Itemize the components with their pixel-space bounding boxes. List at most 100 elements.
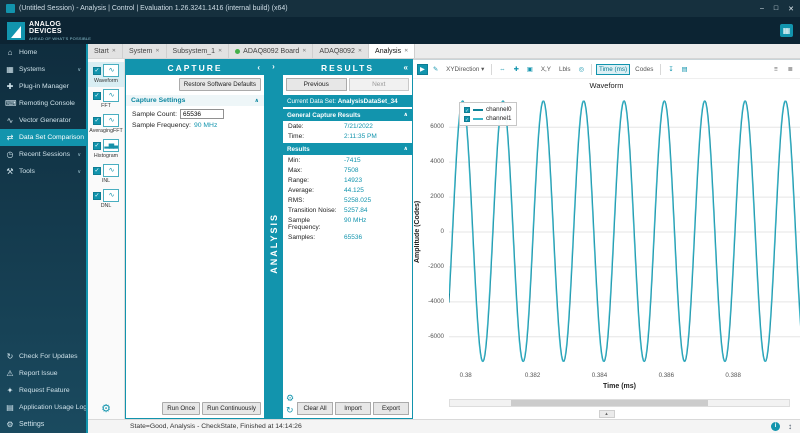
waveform-plot[interactable] [449, 94, 800, 370]
analysis-tool-strip: ✓∿Waveform✓∿FFT✓∿AveragingFFT✓▂▅▃Histogr… [88, 59, 125, 419]
close-tab-icon[interactable]: ✕ [112, 48, 116, 54]
sidebar-item-tools[interactable]: ⚒Tools∨ [0, 163, 86, 180]
close-tab-icon[interactable]: ✕ [302, 48, 306, 54]
sidebar-item-home[interactable]: ⌂Home [0, 44, 86, 61]
y-tick-label: 6000 [430, 123, 444, 130]
stat-min: Min:-7415 [283, 155, 412, 165]
remoting-console-icon: ⌨ [5, 99, 15, 108]
dnl-icon: ∿ [103, 189, 119, 202]
close-tab-icon[interactable]: ✕ [155, 48, 159, 54]
tab-system[interactable]: System✕ [123, 44, 167, 58]
quick-access-icon[interactable]: ▦ [780, 24, 793, 37]
sidebar-item-plug-in-manager[interactable]: ✚Plug-in Manager [0, 78, 86, 95]
checkbox-icon[interactable]: ✓ [93, 192, 101, 200]
next-button[interactable]: Next [349, 78, 410, 91]
tab-adaq8092[interactable]: ADAQ8092✕ [313, 44, 369, 58]
checkbox-icon[interactable]: ✓ [464, 107, 470, 113]
codes-units-button[interactable]: Codes [632, 64, 656, 75]
status-text: State=Good, Analysis - CheckState, Finis… [130, 423, 302, 430]
refresh-icon[interactable]: ↻ [286, 406, 294, 415]
tab-analysis[interactable]: Analysis✕ [369, 44, 415, 58]
pan-all-icon[interactable]: ✚ [511, 64, 522, 75]
window-title: (Untitled Session) - Analysis | Control … [19, 5, 288, 12]
collapse-results-icon[interactable]: « [404, 63, 408, 72]
x-tick-labels: 0.380.3820.3840.3860.388 [449, 372, 790, 381]
brush-tool-icon[interactable]: ✎ [430, 64, 441, 75]
tool-averagingfft[interactable]: ✓∿AveragingFFT [88, 112, 124, 137]
sidebar-item-vector-generator[interactable]: ∿Vector Generator [0, 112, 86, 129]
close-tab-icon[interactable]: ✕ [404, 48, 408, 54]
checkbox-icon[interactable]: ✓ [464, 116, 470, 122]
run-continuously-button[interactable]: Run Continuously [202, 402, 261, 415]
checkbox-icon[interactable]: ✓ [93, 67, 101, 75]
maximize-button[interactable]: □ [774, 5, 778, 13]
tool-waveform[interactable]: ✓∿Waveform [88, 62, 124, 87]
scrollbar-thumb[interactable] [511, 400, 708, 406]
checkbox-icon[interactable]: ✓ [93, 167, 101, 175]
restore-defaults-button[interactable]: Restore Software Defaults [179, 78, 261, 91]
import-button[interactable]: Import [335, 402, 371, 415]
sample-frequency-value[interactable]: 90 MHz [194, 122, 217, 129]
info-icon[interactable]: i [771, 422, 780, 431]
horizontal-scrollbar[interactable] [449, 399, 790, 407]
chevron-up-icon: ∧ [404, 112, 408, 118]
sidebar-item-data-set-comparison[interactable]: ⇄Data Set Comparison [0, 129, 86, 146]
tab-subsystem-1[interactable]: Subsystem_1✕ [167, 44, 230, 58]
sidebar-item-application-usage-logging[interactable]: ▤Application Usage Logging [0, 399, 86, 416]
previous-button[interactable]: Previous [286, 78, 347, 91]
sidebar-item-request-feature[interactable]: ✦Request Feature [0, 382, 86, 399]
time-units-button[interactable]: Time (ms) [596, 64, 630, 75]
sample-count-input[interactable] [180, 109, 224, 119]
tool-fft[interactable]: ✓∿FFT [88, 87, 124, 112]
pan-horizontal-icon[interactable]: ⇔ [496, 64, 508, 75]
panel-collapse-handle[interactable]: ▴ [599, 410, 615, 418]
copy-data-icon[interactable]: ▤ [679, 64, 691, 75]
analysis-collapsed-strip[interactable]: › ANALYSIS [265, 59, 282, 419]
pointer-tool-icon[interactable]: ▶ [417, 64, 428, 75]
run-once-button[interactable]: Run Once [162, 402, 200, 415]
collapse-capture-icon[interactable]: ‹ [257, 63, 260, 72]
strip-gear-icon[interactable]: ⚙ [101, 402, 111, 416]
sidebar-item-recent-sessions[interactable]: ◷Recent Sessions∨ [0, 146, 86, 163]
zoom-region-icon[interactable]: ◎ [576, 64, 588, 75]
close-tab-icon[interactable]: ✕ [218, 48, 222, 54]
sidebar-item-systems[interactable]: ▦Systems∨ [0, 61, 86, 78]
xy-direction-dropdown[interactable]: XYDirection ▾ [443, 64, 487, 75]
close-tab-icon[interactable]: ✕ [358, 48, 362, 54]
status-dot-icon [235, 49, 240, 54]
general-results-header[interactable]: General Capture Results ∧ [283, 109, 412, 121]
chart-area: ▶✎XYDirection ▾ ⇔✚▣X,YLbls◎ Time (ms)Codes… [413, 59, 800, 419]
legend-item-channel0[interactable]: ✓channel0 [464, 105, 512, 114]
current-data-set-value: AnalysisDataSet_34 [338, 98, 398, 105]
coordinates-button[interactable]: X,Y [538, 64, 554, 75]
chart-list-icon[interactable]: ≣ [785, 64, 796, 75]
chevron-up-icon: ∧ [255, 98, 259, 104]
tool-dnl[interactable]: ✓∿DNL [88, 187, 124, 212]
chart-menu-icon[interactable]: ≡ [771, 64, 781, 75]
tool-histogram[interactable]: ✓▂▅▃Histogram [88, 137, 124, 162]
close-button[interactable]: ✕ [788, 5, 794, 13]
histogram-icon: ▂▅▃ [103, 139, 119, 152]
sidebar-item-check-for-updates[interactable]: ↻Check For Updates [0, 348, 86, 365]
minimize-button[interactable]: – [760, 5, 764, 13]
tab-start[interactable]: Start✕ [88, 44, 123, 58]
legend-item-channel1[interactable]: ✓channel1 [464, 114, 512, 123]
capture-settings-header[interactable]: Capture Settings ∧ [126, 95, 264, 106]
checkbox-icon[interactable]: ✓ [93, 117, 101, 125]
checkbox-icon[interactable]: ✓ [93, 142, 101, 150]
sidebar-item-remoting-console[interactable]: ⌨Remoting Console [0, 95, 86, 112]
fit-view-icon[interactable]: ▣ [524, 64, 536, 75]
tab-adaq8092-board[interactable]: ADAQ8092 Board✕ [229, 44, 313, 58]
labels-button[interactable]: Lbls [556, 64, 574, 75]
up-down-arrows-icon[interactable]: ↕ [788, 422, 792, 431]
results-gear-icon[interactable]: ⚙ [286, 394, 294, 403]
tool-inl[interactable]: ✓∿INL [88, 162, 124, 187]
checkbox-icon[interactable]: ✓ [93, 92, 101, 100]
sidebar-item-report-issue[interactable]: ⚠Report Issue [0, 365, 86, 382]
expand-analysis-icon[interactable]: › [272, 62, 275, 71]
clear-all-button[interactable]: Clear All [297, 402, 333, 415]
results-section-header[interactable]: Results ∧ [283, 143, 412, 155]
save-image-icon[interactable]: ↧ [665, 64, 676, 75]
sidebar-item-settings[interactable]: ⚙ Settings [0, 416, 86, 433]
export-button[interactable]: Export [373, 402, 409, 415]
